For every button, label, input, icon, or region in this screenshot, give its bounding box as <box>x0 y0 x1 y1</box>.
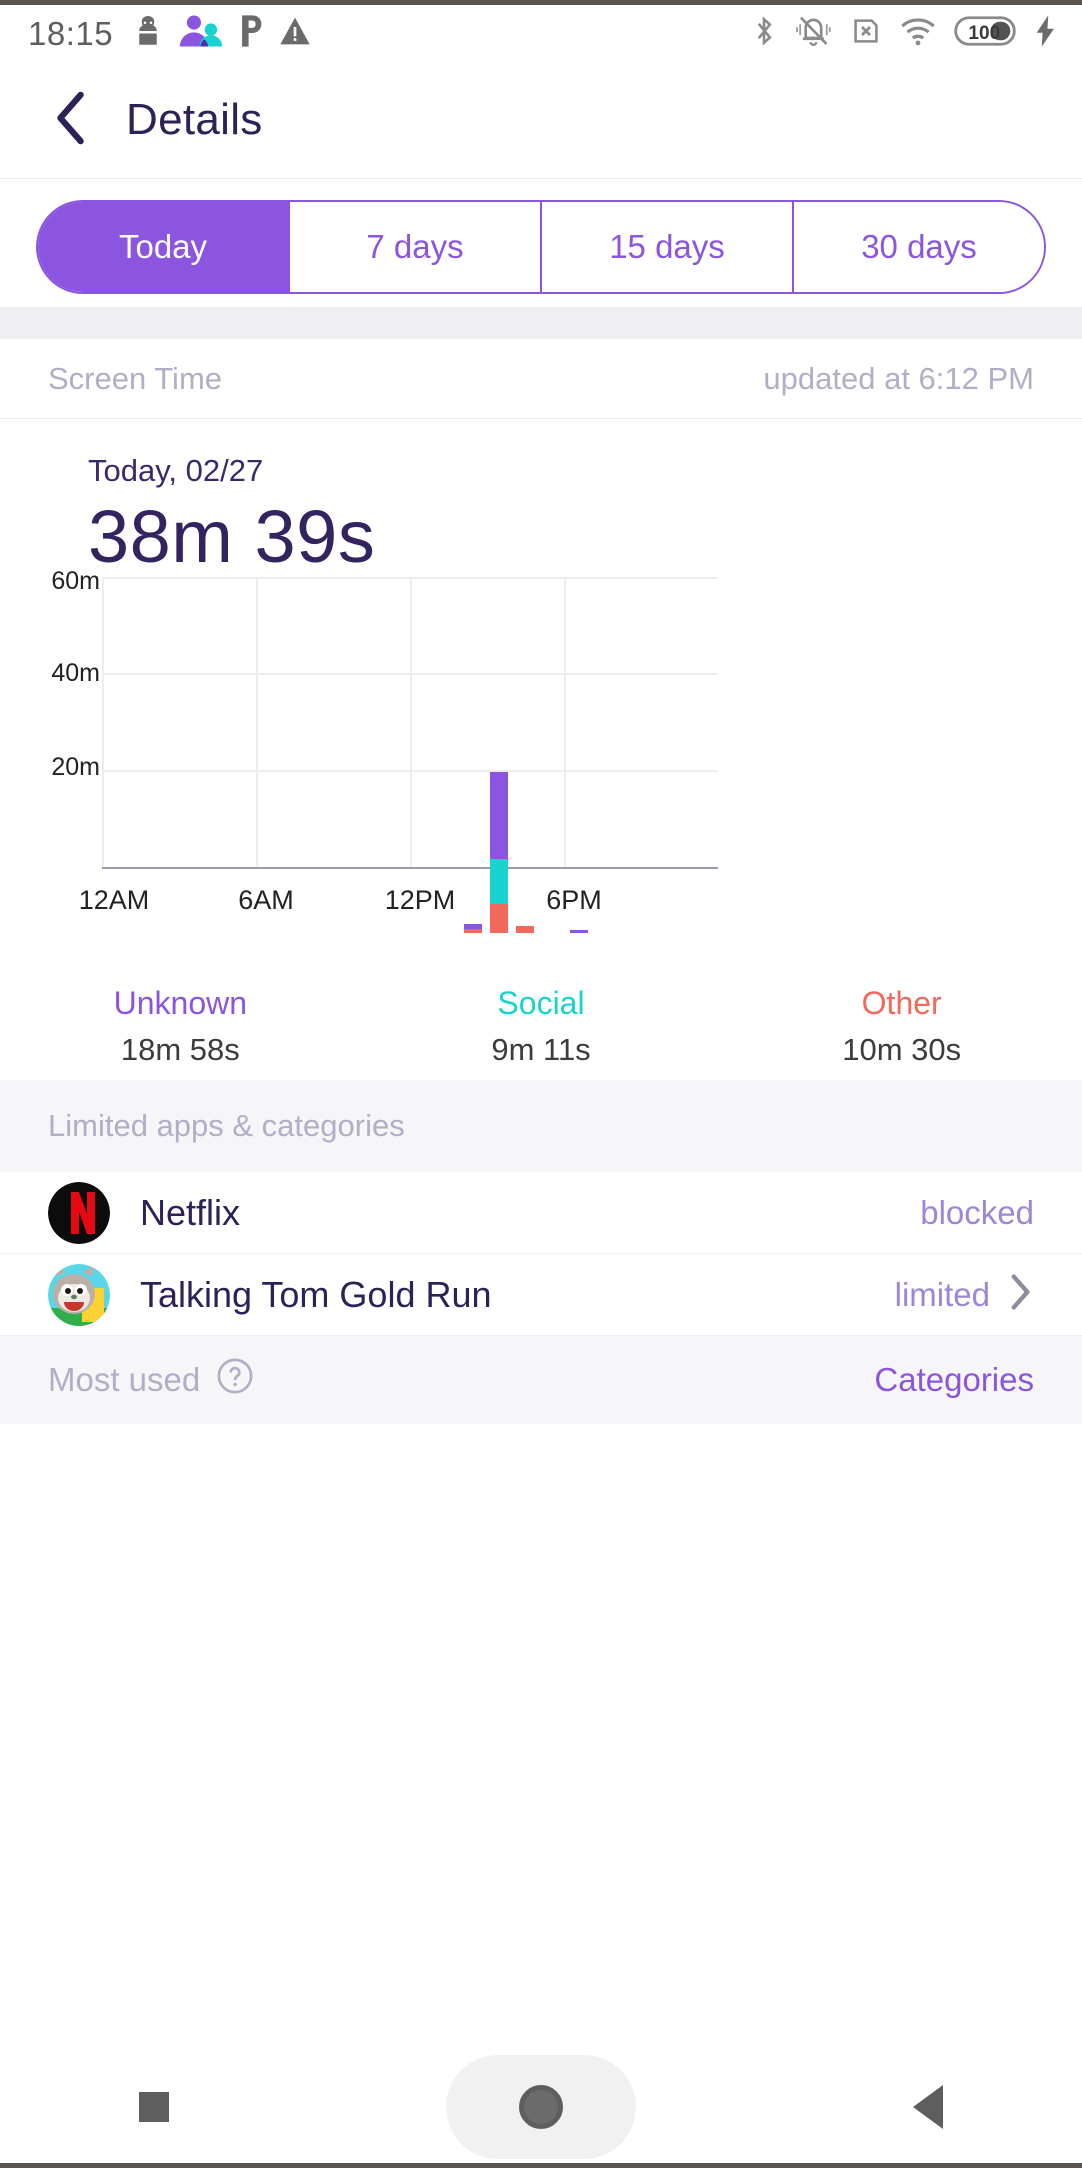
back-button[interactable] <box>28 89 114 152</box>
tab-today[interactable]: Today <box>38 201 290 292</box>
legend-value-other: 10m 30s <box>842 1032 962 1067</box>
most-used-label: Most used <box>48 1361 201 1398</box>
x-tick-12pm: 12PM <box>384 885 456 915</box>
chevron-left-icon <box>51 89 91 152</box>
gridline-12am <box>102 577 104 867</box>
legend-label-unknown: Unknown <box>113 985 248 1021</box>
tab-7-days[interactable]: 7 days <box>290 201 542 292</box>
legend-value-social: 9m 11s <box>491 1032 591 1067</box>
netflix-icon <box>48 1181 110 1244</box>
app-name: Talking Tom Gold Run <box>140 1273 492 1315</box>
home-button[interactable] <box>445 2054 636 2159</box>
legend-item-other: Other 10m 30s <box>721 985 1082 1095</box>
categories-link[interactable]: Categories <box>874 1361 1034 1399</box>
system-nav-bar <box>0 2050 1082 2168</box>
tab-15-days[interactable]: 15 days <box>542 201 794 292</box>
status-bar-system-icons: 100 <box>750 14 1058 53</box>
gridline-6pm <box>564 577 566 867</box>
bar-segment-other <box>516 926 534 933</box>
person-icon <box>133 14 163 53</box>
y-tick-40m: 40m <box>51 659 100 687</box>
page-title: Details <box>126 95 263 144</box>
legend-item-unknown: Unknown 18m 58s <box>0 985 361 1095</box>
screen-time-header: Screen Time updated at 6:12 PM <box>0 339 1082 419</box>
status-bar: 18:15 100 <box>0 0 1082 62</box>
tab-30-days[interactable]: 30 days <box>794 201 1044 292</box>
triangle-back-icon <box>913 2084 944 2129</box>
legend-label-other: Other <box>861 985 942 1021</box>
legend-label-social: Social <box>497 985 585 1021</box>
screen-time-label: Screen Time <box>48 360 223 396</box>
parking-p-icon <box>239 14 265 53</box>
most-used-bar: Most used Categories <box>0 1336 1082 1424</box>
limited-apps-header: Limited apps & categories <box>0 1080 1082 1172</box>
chart-baseline <box>102 867 718 869</box>
gridline-12pm <box>410 577 412 867</box>
list-item-talking-tom[interactable]: Talking Tom Gold Run limited <box>0 1254 1082 1336</box>
status-bar-clock: 18:15 <box>28 14 114 52</box>
screen-time-chart: 20m 40m 60m 12AM 6AM 12PM 6PM <box>0 567 1082 935</box>
period-tab-bar: Today 7 days 15 days 30 days <box>0 179 1082 314</box>
legend-value-unknown: 18m 58s <box>120 1032 240 1067</box>
question-circle-icon[interactable] <box>216 1357 254 1403</box>
gridline-6am <box>256 577 258 867</box>
app-status: blocked <box>920 1193 1034 1231</box>
y-tick-20m: 20m <box>51 753 100 781</box>
vibrate-off-icon <box>796 14 832 53</box>
charging-bolt-icon <box>1034 14 1058 53</box>
limited-apps-label: Limited apps & categories <box>48 1108 405 1143</box>
screen-time-updated: updated at 6:12 PM <box>763 360 1034 396</box>
battery-icon: 100 <box>954 14 1016 53</box>
bar-segment-unknown <box>570 930 588 933</box>
summary-total: 38m 39s <box>88 495 376 578</box>
square-recents-icon <box>138 2091 169 2122</box>
app-status: limited <box>894 1275 990 1313</box>
bar-segment-social <box>490 859 508 904</box>
summary-date: Today, 02/27 <box>88 453 264 488</box>
x-tick-6am: 6AM <box>238 885 294 915</box>
wifi-icon <box>900 15 936 52</box>
app-name: Netflix <box>140 1191 241 1233</box>
status-bar-notification-icons <box>133 14 311 53</box>
list-item-netflix[interactable]: Netflix blocked <box>0 1172 1082 1254</box>
legend-item-social: Social 9m 11s <box>361 985 722 1095</box>
section-divider-band <box>0 307 1082 339</box>
talking-tom-icon <box>48 1263 110 1326</box>
bar-segment-other <box>490 904 508 933</box>
bar-segment-other <box>464 929 482 933</box>
bar-segment-unknown <box>490 772 508 859</box>
bluetooth-icon <box>750 14 778 53</box>
bar-hour-14 <box>490 649 508 933</box>
app-bar: Details <box>0 62 1082 179</box>
y-tick-60m: 60m <box>51 567 100 595</box>
category-legend: Unknown 18m 58s Social 9m 11s Other 10m … <box>0 985 1082 1095</box>
warning-triangle-icon <box>279 15 311 52</box>
back-nav-button[interactable] <box>913 2084 944 2129</box>
chevron-right-icon[interactable] <box>1008 1272 1034 1317</box>
family-group-icon <box>177 14 225 53</box>
sim-card-error-icon <box>850 15 882 52</box>
x-tick-12am: 12AM <box>78 885 150 915</box>
circle-home-icon <box>518 2084 563 2129</box>
x-tick-6pm: 6PM <box>546 885 602 915</box>
recents-button[interactable] <box>138 2091 169 2122</box>
svg-text:100: 100 <box>968 23 1000 44</box>
phone-screen: 18:15 100 Details Today 7 days 15 days 3… <box>0 0 1082 2168</box>
